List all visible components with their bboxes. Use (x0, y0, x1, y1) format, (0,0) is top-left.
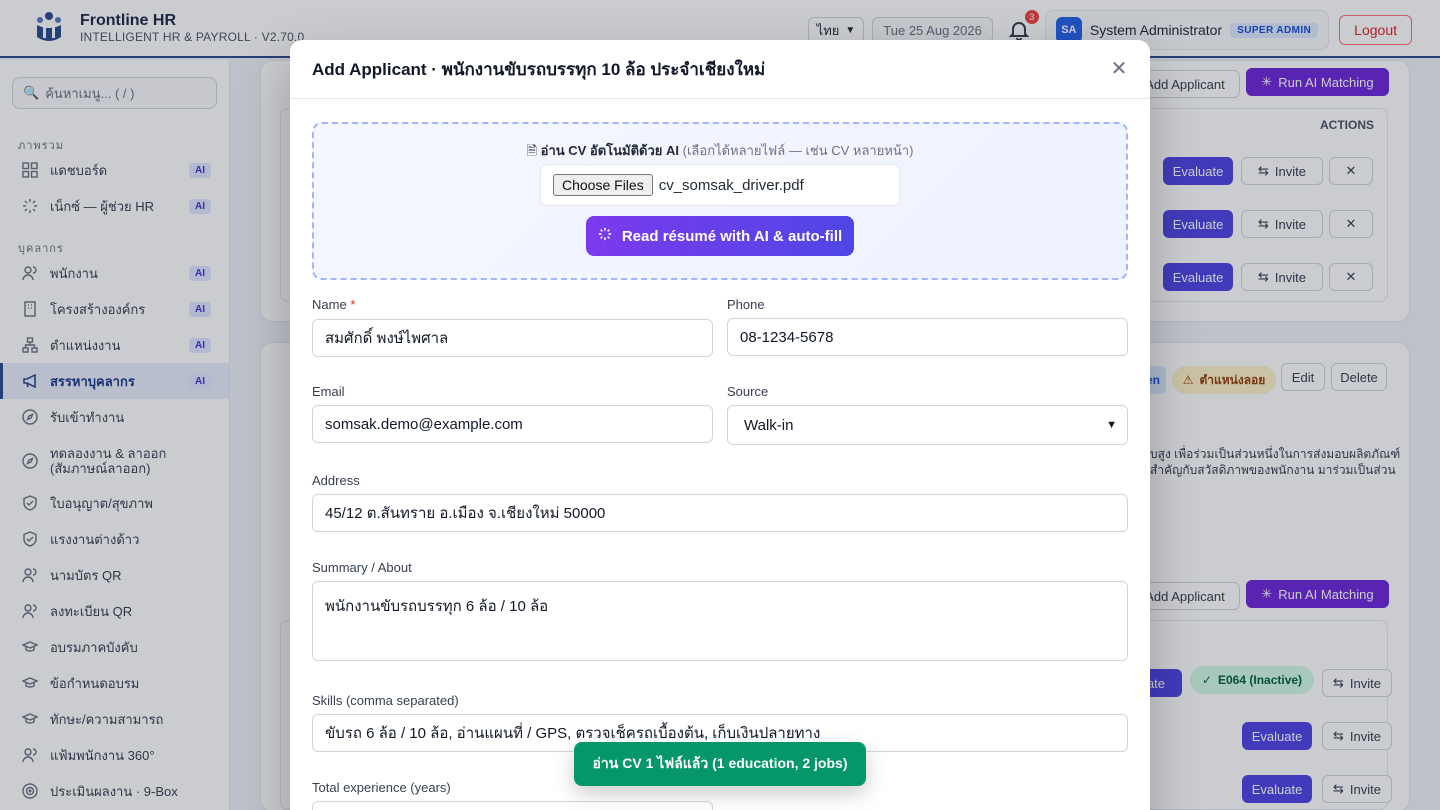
add-applicant-modal: Add Applicant · พนักงานขับรถบรรทุก 10 ล้… (290, 40, 1150, 810)
close-icon[interactable]: ✕ (1108, 57, 1130, 80)
cv-upload-zone[interactable]: 🗎 อ่าน CV อัตโนมัติด้วย AI (เลือกได้หลาย… (312, 122, 1128, 280)
success-toast: อ่าน CV 1 ไฟล์แล้ว (1 education, 2 jobs) (574, 742, 866, 786)
required-marker: * (350, 297, 356, 312)
chevron-down-icon: ▼ (1106, 419, 1117, 431)
source-select[interactable]: Walk-in ▼ (727, 405, 1128, 445)
spinner-icon (598, 227, 612, 245)
modal-title: Add Applicant · พนักงานขับรถบรรทุก 10 ล้… (312, 59, 766, 79)
document-icon: 🗎 (526, 143, 538, 158)
source-label: Source (727, 384, 769, 399)
address-label: Address (312, 473, 360, 488)
read-resume-ai-button[interactable]: Read résumé with AI & auto-fill (586, 216, 854, 256)
address-input[interactable]: 45/12 ต.สันทราย อ.เมือง จ.เชียงใหม่ 5000… (312, 494, 1128, 532)
name-input[interactable]: สมศักดิ์ พงษ์ไพศาล (312, 319, 713, 357)
name-label-text: Name (312, 297, 347, 312)
selected-file-name: cv_somsak_driver.pdf (658, 176, 804, 194)
choose-files-button[interactable]: Choose Files (553, 174, 653, 196)
cv-file-input[interactable]: Choose Files cv_somsak_driver.pdf (540, 164, 900, 206)
email-input[interactable]: somsak.demo@example.com (312, 405, 713, 443)
modal-header: Add Applicant · พนักงานขับรถบรรทุก 10 ล้… (290, 40, 1150, 99)
read-resume-label: Read résumé with AI & auto-fill (621, 227, 843, 245)
cv-label-hint: (เลือกได้หลายไฟล์ — เช่น CV หลายหน้า) (682, 143, 914, 158)
email-label: Email (312, 384, 345, 399)
cv-upload-label: 🗎 อ่าน CV อัตโนมัติด้วย AI (เลือกได้หลาย… (314, 140, 1126, 164)
experience-input[interactable] (312, 801, 713, 810)
phone-label: Phone (727, 297, 765, 312)
summary-label: Summary / About (312, 560, 412, 575)
name-label: Name * (312, 297, 355, 312)
experience-label: Total experience (years) (312, 780, 451, 795)
skills-label: Skills (comma separated) (312, 693, 459, 708)
cv-label-title: อ่าน CV อัตโนมัติด้วย AI (540, 143, 680, 158)
summary-textarea[interactable]: พนักงานขับรถบรรทุก 6 ล้อ / 10 ล้อ (312, 581, 1128, 661)
source-value: Walk-in (744, 416, 794, 434)
phone-input[interactable]: 08-1234-5678 (727, 318, 1128, 356)
